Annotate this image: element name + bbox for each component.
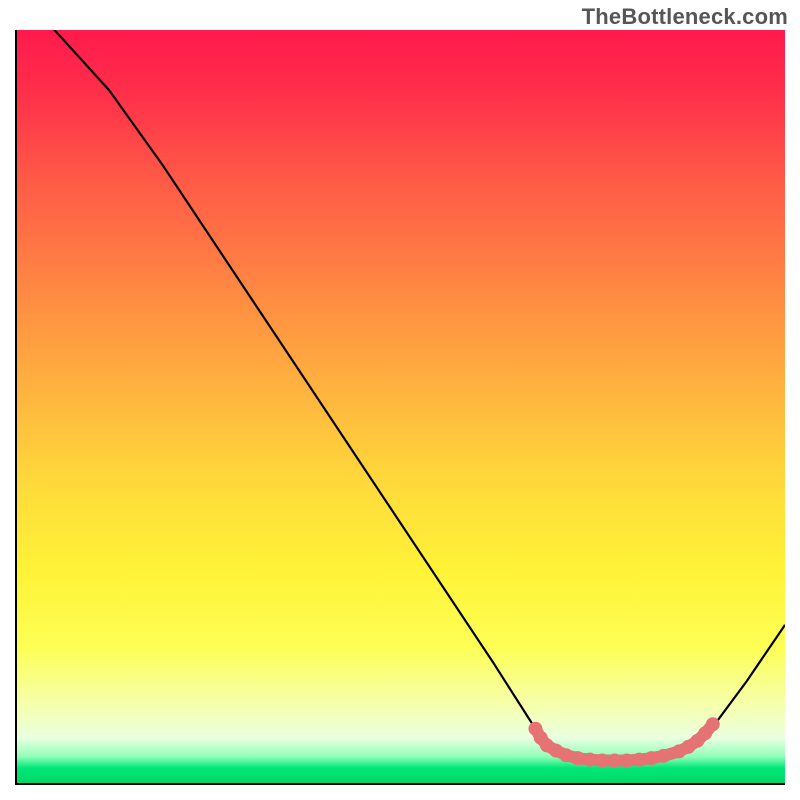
highlight-dot (632, 753, 646, 767)
plot-area (15, 30, 785, 785)
highlight-dot (571, 751, 585, 765)
highlight-dot (595, 753, 609, 767)
highlight-dot (608, 753, 622, 767)
highlight-points-group (528, 717, 719, 767)
highlight-dot (620, 753, 634, 767)
chart-svg (17, 30, 785, 783)
watermark-text: TheBottleneck.com (582, 4, 788, 30)
bottleneck-curve (48, 30, 785, 760)
highlight-dot (583, 753, 597, 767)
highlight-dot (657, 749, 671, 763)
highlight-dot (644, 751, 658, 765)
chart-container: TheBottleneck.com (0, 0, 800, 800)
highlight-dot (706, 717, 720, 731)
